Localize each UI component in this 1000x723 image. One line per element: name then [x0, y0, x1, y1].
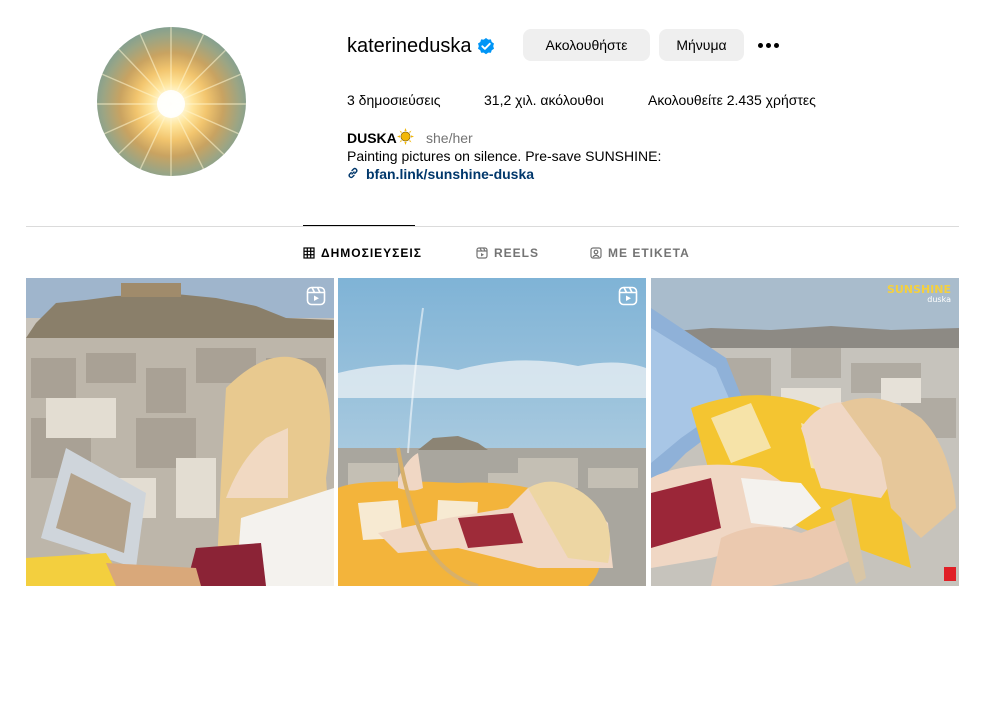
grid-icon — [303, 247, 315, 259]
overlay-subtitle: duska — [927, 295, 951, 304]
post-thumbnail-2[interactable] — [338, 278, 646, 586]
profile-page: katerineduska Ακολουθήστε Μήνυμα 3 δημοσ… — [0, 0, 1000, 723]
profile-username: katerineduska — [347, 35, 472, 57]
post-3-image — [651, 278, 959, 586]
bio-text: Painting pictures on silence. Pre-save S… — [347, 148, 662, 164]
reel-badge-icon — [618, 286, 638, 306]
tab-posts[interactable]: ΔΗΜΟΣΙΕΥΣΕΙΣ — [303, 246, 422, 260]
follow-button[interactable]: Ακολουθήστε — [523, 29, 650, 61]
profile-avatar[interactable] — [97, 27, 246, 176]
sun-emoji-icon — [397, 128, 414, 145]
tab-tagged-label: ΜΕ ΕΤΙΚΕΤΑ — [608, 246, 690, 260]
message-button[interactable]: Μήνυμα — [659, 29, 744, 61]
post-3-overlay-text: SUNSHINE duska — [887, 283, 951, 304]
post-2-image — [338, 278, 646, 586]
bio-external-link[interactable]: bfan.link/sunshine-duska — [366, 166, 534, 182]
avatar-sunburst — [97, 27, 246, 176]
bio-pronouns: she/her — [426, 130, 473, 146]
following-link[interactable]: Ακολουθείτε 2.435 χρήστες — [648, 92, 816, 108]
tab-tagged[interactable]: ΜΕ ΕΤΙΚΕΤΑ — [590, 246, 690, 260]
label-logo-icon — [944, 567, 956, 581]
more-options-icon[interactable] — [755, 34, 781, 56]
post-thumbnail-1[interactable] — [26, 278, 334, 586]
reel-badge-icon — [306, 286, 326, 306]
posts-count: 3 δημοσιεύσεις — [347, 92, 441, 108]
reels-icon — [476, 247, 488, 259]
tagged-icon — [590, 247, 602, 259]
followers-link[interactable]: 31,2 χιλ. ακόλουθοι — [484, 92, 604, 108]
active-tab-indicator — [303, 225, 415, 226]
bio-display-name: DUSKA — [347, 130, 397, 146]
link-icon — [348, 167, 358, 179]
post-thumbnail-3[interactable]: SUNSHINE duska — [651, 278, 959, 586]
verified-badge-icon — [478, 38, 494, 55]
tabs-divider — [26, 226, 959, 227]
post-1-image — [26, 278, 334, 586]
tab-reels[interactable]: REELS — [476, 246, 539, 260]
tab-reels-label: REELS — [494, 246, 540, 260]
tab-posts-label: ΔΗΜΟΣΙΕΥΣΕΙΣ — [321, 246, 422, 260]
